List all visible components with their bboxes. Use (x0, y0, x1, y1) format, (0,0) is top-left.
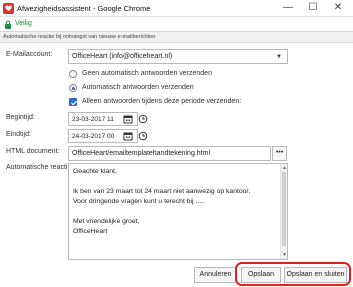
textarea-scrollbar[interactable]: ▲ ▼ (280, 164, 287, 259)
html-document-input[interactable]: OfficeHeart/emailtemplatehandtekening.ht… (68, 146, 271, 161)
radio-no-auto-reply-label: Geen automatisch antwoorden verzenden (82, 70, 212, 77)
auto-reply-label: Automatische reacti (6, 164, 68, 171)
cancel-button[interactable]: Annuleren (194, 267, 237, 283)
radio-auto-reply-label: Automatisch antwoorden verzenden (82, 84, 194, 91)
period-only-checkbox[interactable] (69, 98, 77, 106)
auto-reply-textarea[interactable]: Geachte klant, Ik ben van 23 maart tot 2… (68, 163, 288, 260)
minimize-button[interactable]: — (277, 0, 299, 17)
check-icon (71, 100, 77, 106)
radio-no-auto-reply[interactable] (69, 70, 77, 78)
scroll-up-icon[interactable]: ▲ (282, 165, 287, 171)
email-account-value: OfficeHeart (info@officeheart.nl) (72, 53, 173, 60)
radio-auto-reply[interactable] (69, 84, 77, 92)
end-time-label: Eindtijd: (6, 131, 31, 138)
end-time-value: 24-03-2017 00 (72, 133, 115, 140)
browse-button[interactable]: ••• (272, 146, 287, 161)
html-document-value: OfficeHeart/emailtemplatehandtekening.ht… (72, 150, 211, 157)
chevron-down-icon: ▼ (276, 54, 282, 60)
start-time-label: Begintijd: (6, 114, 35, 121)
calendar-icon[interactable] (123, 131, 133, 141)
email-account-select[interactable]: OfficeHeart (info@officeheart.nl) ▼ (68, 49, 288, 64)
start-time-value: 23-03-2017 11 (72, 116, 114, 123)
period-only-label: Alleen antwoorden tijdens deze periode v… (82, 98, 242, 105)
html-document-label: HTML document: (6, 148, 60, 155)
maximize-button[interactable]: ☐ (302, 0, 324, 17)
calendar-icon[interactable] (123, 114, 133, 124)
address-bar: Veilig (0, 17, 353, 32)
reply-line: Voor dringende vragen kunt u terecht bij… (73, 198, 205, 205)
clock-icon[interactable] (138, 114, 148, 124)
lock-icon (5, 20, 11, 29)
banner-text: Automatische reactie bij ontvangst van n… (3, 34, 156, 40)
info-banner: Automatische reactie bij ontvangst van n… (0, 32, 353, 43)
scrollbar-thumb[interactable] (282, 172, 286, 246)
scroll-down-icon[interactable]: ▼ (282, 252, 287, 258)
reply-line: OfficeHeart (73, 228, 108, 235)
reply-line: Ik ben van 23 maart tot 24 maart niet aa… (73, 188, 251, 195)
email-account-label: E-Mailaccount: (6, 51, 53, 58)
reply-line: Met vriendelijke groet, (73, 218, 140, 225)
close-button[interactable]: ✕ (327, 0, 349, 17)
app-heart-icon (3, 3, 14, 14)
window-title: Afwezigheidsassistent - Google Chrome (17, 4, 151, 13)
highlight-annotation (235, 262, 351, 286)
window-titlebar: Afwezigheidsassistent - Google Chrome — … (0, 0, 353, 17)
clock-icon[interactable] (138, 131, 148, 141)
secure-label: Veilig (15, 20, 32, 27)
reply-line: Geachte klant, (73, 168, 117, 175)
